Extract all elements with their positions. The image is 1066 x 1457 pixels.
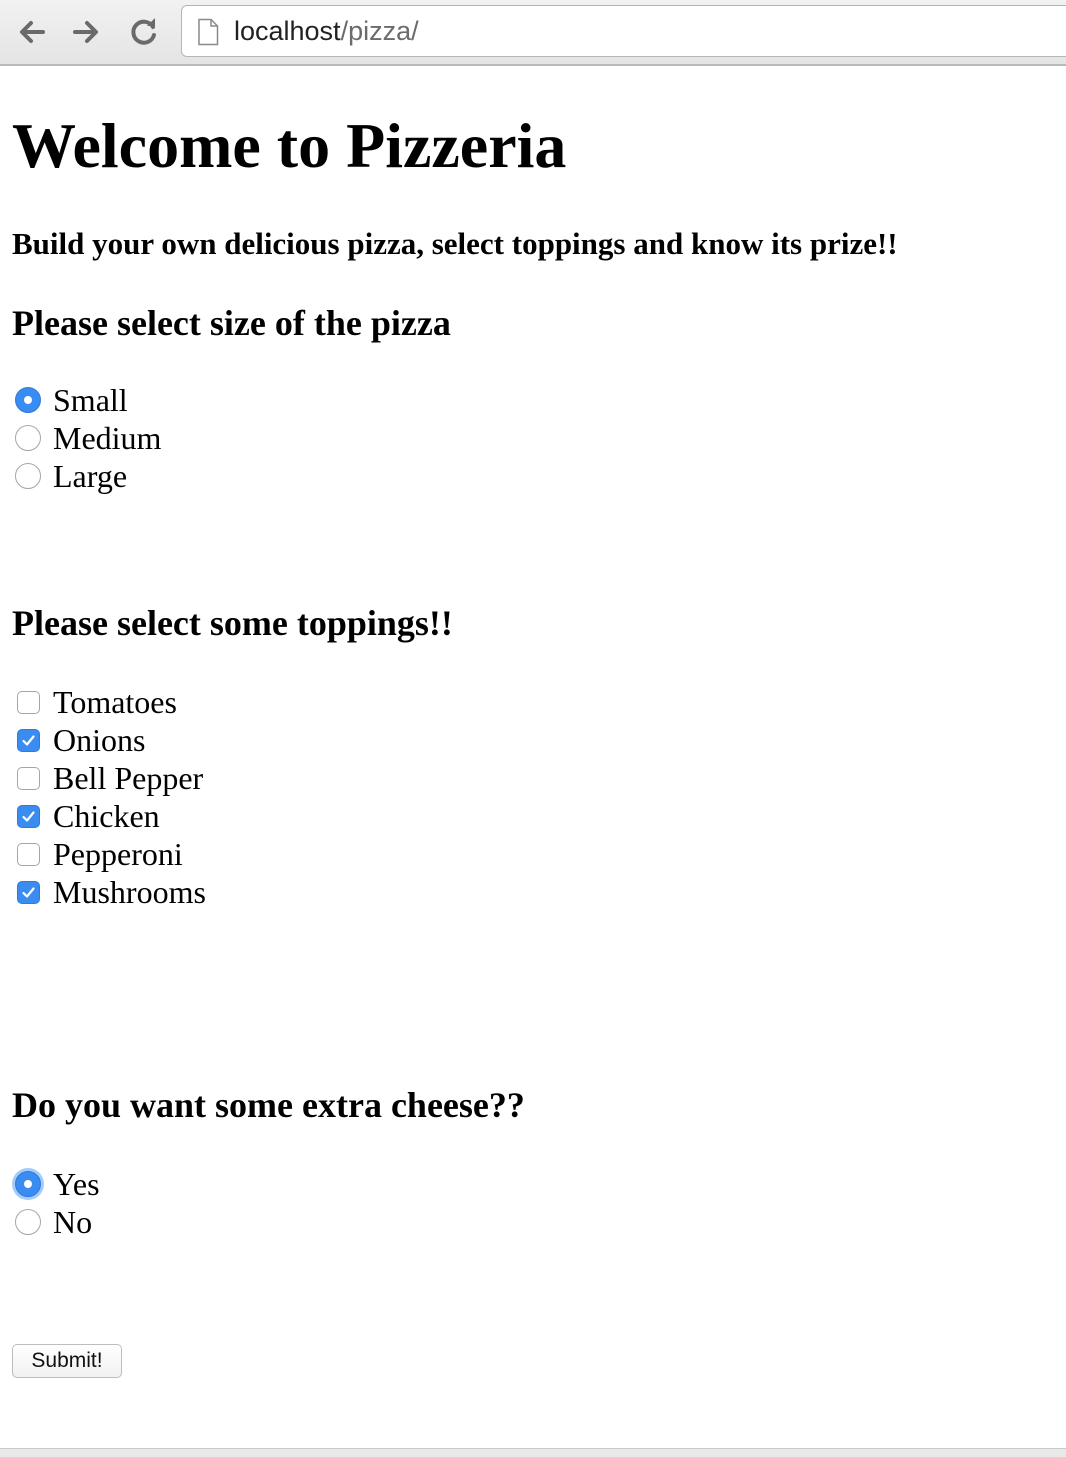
cheese-question: Do you want some extra cheese?? bbox=[12, 1085, 525, 1125]
topping-option-chicken[interactable]: Chicken bbox=[15, 797, 160, 835]
size-label-large: Large bbox=[53, 458, 128, 494]
topping-checkbox-bell-pepper[interactable] bbox=[17, 766, 40, 790]
browser-toolbar: localhost/pizza/ bbox=[0, 0, 1066, 66]
submit-button[interactable]: Submit! bbox=[12, 1344, 122, 1378]
size-question: Please select size of the pizza bbox=[12, 303, 451, 343]
forward-arrow-icon bbox=[73, 21, 98, 43]
size-radio-small[interactable] bbox=[15, 387, 41, 413]
topping-label-mushrooms: Mushrooms bbox=[53, 874, 206, 910]
checkmark-icon bbox=[22, 734, 35, 746]
checkmark-icon bbox=[22, 810, 35, 822]
size-radio-medium[interactable] bbox=[15, 425, 41, 451]
reload-button[interactable] bbox=[124, 12, 164, 52]
topping-label-onions: Onions bbox=[53, 722, 146, 758]
toppings-question: Please select some toppings!! bbox=[12, 603, 453, 643]
size-option-medium[interactable]: Medium bbox=[15, 419, 161, 457]
url-path: /pizza/ bbox=[340, 16, 419, 46]
topping-option-onions[interactable]: Onions bbox=[15, 721, 145, 759]
topping-option-mushrooms[interactable]: Mushrooms bbox=[15, 873, 206, 911]
cheese-option-yes[interactable]: Yes bbox=[15, 1165, 100, 1203]
checkmark-icon bbox=[22, 886, 35, 898]
page-subtitle: Build your own delicious pizza, select t… bbox=[12, 226, 898, 261]
topping-label-pepperoni: Pepperoni bbox=[53, 836, 183, 872]
topping-label-chicken: Chicken bbox=[53, 798, 160, 834]
cheese-label-yes: Yes bbox=[53, 1166, 100, 1202]
cheese-radio-yes[interactable] bbox=[15, 1171, 41, 1197]
cheese-radio-no[interactable] bbox=[15, 1209, 41, 1235]
page-icon bbox=[198, 18, 219, 46]
topping-label-bell-pepper: Bell Pepper bbox=[53, 760, 204, 796]
url-host: localhost bbox=[234, 16, 341, 46]
topping-checkbox-chicken[interactable] bbox=[17, 804, 40, 828]
size-option-large[interactable]: Large bbox=[15, 457, 127, 495]
reload-icon bbox=[131, 18, 156, 45]
topping-checkbox-onions[interactable] bbox=[17, 728, 40, 752]
size-radio-large[interactable] bbox=[15, 463, 41, 489]
page-title: Welcome to Pizzeria bbox=[12, 110, 567, 181]
url-text: localhost/pizza/ bbox=[234, 16, 419, 47]
back-button[interactable] bbox=[12, 12, 52, 52]
topping-option-pepperoni[interactable]: Pepperoni bbox=[15, 835, 183, 873]
size-option-small[interactable]: Small bbox=[15, 381, 128, 419]
address-bar[interactable]: localhost/pizza/ bbox=[181, 5, 1066, 57]
cheese-label-no: No bbox=[53, 1204, 93, 1240]
topping-checkbox-pepperoni[interactable] bbox=[17, 842, 40, 866]
topping-option-bell-pepper[interactable]: Bell Pepper bbox=[15, 759, 203, 797]
forward-button[interactable] bbox=[66, 12, 106, 52]
size-label-medium: Medium bbox=[53, 420, 162, 456]
topping-option-tomatoes[interactable]: Tomatoes bbox=[15, 683, 177, 721]
cheese-option-no[interactable]: No bbox=[15, 1203, 92, 1241]
size-label-small: Small bbox=[53, 382, 128, 418]
back-arrow-icon bbox=[20, 21, 45, 43]
topping-label-tomatoes: Tomatoes bbox=[53, 684, 177, 720]
topping-checkbox-tomatoes[interactable] bbox=[17, 690, 40, 714]
topping-checkbox-mushrooms[interactable] bbox=[17, 880, 40, 904]
